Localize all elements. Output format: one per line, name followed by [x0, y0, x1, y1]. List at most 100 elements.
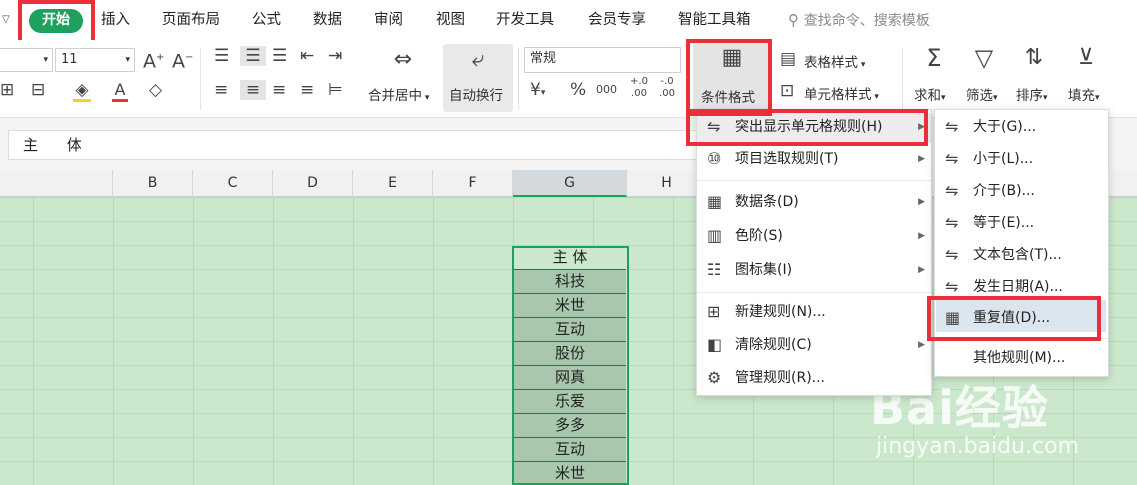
font-color-icon[interactable]: A: [112, 80, 128, 102]
highlight-color-icon[interactable]: ◈: [73, 80, 91, 102]
new-rule-icon: ⊞: [707, 302, 721, 321]
tab-smart-toolbox[interactable]: 智能工具箱: [678, 8, 751, 32]
menu-item-highlight-cells[interactable]: ⇋ 突出显示单元格规则(H) ▶: [697, 111, 931, 143]
text-contains-icon: ⇋: [945, 245, 959, 264]
align-bottom-icon[interactable]: ☰: [272, 46, 287, 66]
search-placeholder: 查找命令、搜索模板: [803, 13, 930, 29]
fill-icon: ⊻: [1077, 45, 1095, 70]
menu-item-clear-rules[interactable]: ◧ 清除规则(C) ▶: [697, 329, 931, 361]
equal-icon: ⇋: [945, 213, 959, 232]
search-icon: ⚲: [788, 11, 804, 29]
indent-increase-icon[interactable]: ⇥: [328, 46, 342, 66]
column-header-e[interactable]: E: [353, 170, 433, 197]
tab-view[interactable]: 视图: [436, 8, 465, 32]
selection-range: [512, 246, 629, 485]
tab-start[interactable]: 开始: [29, 9, 83, 33]
align-left-icon[interactable]: ≡: [214, 80, 228, 100]
justify-icon[interactable]: ≡: [300, 80, 314, 100]
data-bars-icon: ▦: [707, 192, 723, 211]
table-style-icon: ▤: [780, 49, 797, 69]
tab-formula[interactable]: 公式: [252, 8, 281, 32]
menu-divider: [697, 180, 931, 181]
collapse-arrow-icon[interactable]: ▽: [2, 8, 10, 32]
tab-data[interactable]: 数据: [313, 8, 342, 32]
menu-item-other-rules[interactable]: 其他规则(M)...: [935, 342, 1108, 374]
filter-button[interactable]: 筛选▾: [966, 84, 998, 104]
search-box[interactable]: ⚲ 查找命令、搜索模板: [788, 8, 930, 32]
sort-button[interactable]: 排序▾: [1016, 84, 1048, 104]
font-grow-icon[interactable]: A+: [143, 48, 164, 71]
menu-item-equal[interactable]: ⇋ 等于(E)...: [935, 207, 1108, 239]
column-header-d[interactable]: D: [273, 170, 353, 197]
font-size-value: 11: [61, 52, 78, 67]
divider: [518, 48, 519, 110]
menu-divider: [697, 292, 931, 293]
align-top-icon[interactable]: ☰: [214, 46, 229, 66]
cell-style-button[interactable]: 单元格样式 ▾: [804, 83, 879, 103]
cell-style-icon: ⊡: [780, 81, 795, 101]
font-name-select[interactable]: ▾: [0, 48, 53, 72]
formula-input[interactable]: 主 体: [8, 130, 708, 160]
fill-button[interactable]: 填充▾: [1068, 84, 1100, 104]
align-center-icon[interactable]: ≡: [240, 80, 266, 100]
conditional-format-button[interactable]: ▦ 条件格式: [693, 42, 769, 112]
tab-page-layout[interactable]: 页面布局: [162, 8, 220, 32]
sort-icon: ⇅: [1024, 45, 1044, 70]
tab-review[interactable]: 审阅: [374, 8, 403, 32]
conditional-format-icon: ▦: [721, 45, 743, 70]
menu-divider: [935, 338, 1108, 339]
column-header-a[interactable]: [0, 170, 113, 197]
align-right-icon[interactable]: ≡: [272, 80, 286, 100]
wrap-text-button[interactable]: ⤶ 自动换行: [443, 44, 513, 112]
font-shrink-icon[interactable]: A−: [172, 48, 193, 71]
menu-bar: ▽ 开始 插入 页面布局 公式 数据 审阅 视图 开发工具 会员专享 智能工具箱…: [0, 0, 1137, 40]
tab-developer[interactable]: 开发工具: [496, 8, 554, 32]
menu-item-duplicate-values[interactable]: ▦ 重复值(D)...: [935, 302, 1108, 334]
menu-item-new-rule[interactable]: ⊞ 新建规则(N)...: [697, 296, 931, 328]
chevron-right-icon: ▶: [918, 154, 925, 164]
merge-center-button[interactable]: 合并居中 ▾: [368, 84, 429, 104]
merge-center-icon[interactable]: ⇔: [388, 49, 418, 71]
tab-member[interactable]: 会员专享: [588, 8, 646, 32]
color-scale-icon: ▥: [707, 226, 723, 245]
menu-item-color-scale[interactable]: ▥ 色阶(S) ▶: [697, 220, 931, 252]
percent-icon[interactable]: %: [570, 80, 586, 100]
menu-item-text-contains[interactable]: ⇋ 文本包含(T)...: [935, 239, 1108, 271]
column-header-h[interactable]: H: [627, 170, 707, 197]
chevron-right-icon: ▶: [918, 197, 925, 207]
decrease-decimal-icon[interactable]: -.0 .00: [656, 76, 678, 100]
date-icon: ⇋: [945, 277, 959, 296]
number-format-select[interactable]: 常规: [524, 47, 681, 73]
column-header-c[interactable]: C: [193, 170, 273, 197]
font-size-select[interactable]: 11 ▾: [55, 48, 135, 72]
currency-icon[interactable]: ¥▾: [530, 80, 545, 103]
column-header-b[interactable]: B: [113, 170, 193, 197]
tab-insert[interactable]: 插入: [101, 8, 130, 32]
distribute-icon[interactable]: ⊨: [328, 80, 343, 100]
chevron-right-icon: ▶: [918, 231, 925, 241]
menu-item-top-bottom[interactable]: ⑩ 项目选取规则(T) ▶: [697, 143, 931, 175]
menu-item-date-occurring[interactable]: ⇋ 发生日期(A)...: [935, 271, 1108, 303]
border-icon[interactable]: ⊞: [0, 80, 14, 100]
menu-item-between[interactable]: ⇋ 介于(B)...: [935, 175, 1108, 207]
indent-decrease-icon[interactable]: ⇤: [300, 46, 314, 66]
thousands-separator-icon[interactable]: 000: [596, 80, 617, 100]
clear-format-icon[interactable]: ◇: [149, 80, 162, 100]
chevron-down-icon: ▾: [43, 55, 48, 65]
increase-decimal-icon[interactable]: +.0 .00: [628, 76, 650, 100]
menu-item-icon-sets[interactable]: ☷ 图标集(I) ▶: [697, 254, 931, 286]
duplicate-values-icon: ▦: [945, 308, 961, 327]
wrap-text-icon: ⤶: [471, 47, 485, 72]
menu-item-less-than[interactable]: ⇋ 小于(L)...: [935, 143, 1108, 175]
menu-item-manage-rules[interactable]: ⚙ 管理规则(R)...: [697, 362, 931, 394]
column-header-g[interactable]: G: [513, 170, 627, 197]
cell-fill-icon[interactable]: ⊟: [31, 80, 45, 100]
menu-item-data-bars[interactable]: ▦ 数据条(D) ▶: [697, 186, 931, 218]
sum-button[interactable]: 求和▾: [914, 84, 946, 104]
greater-than-icon: ⇋: [945, 117, 959, 136]
menu-item-greater-than[interactable]: ⇋ 大于(G)...: [935, 111, 1108, 143]
icon-sets-icon: ☷: [707, 260, 722, 279]
align-middle-icon[interactable]: ☰: [240, 46, 266, 66]
column-header-f[interactable]: F: [433, 170, 513, 197]
table-style-button[interactable]: 表格样式 ▾: [804, 51, 865, 71]
